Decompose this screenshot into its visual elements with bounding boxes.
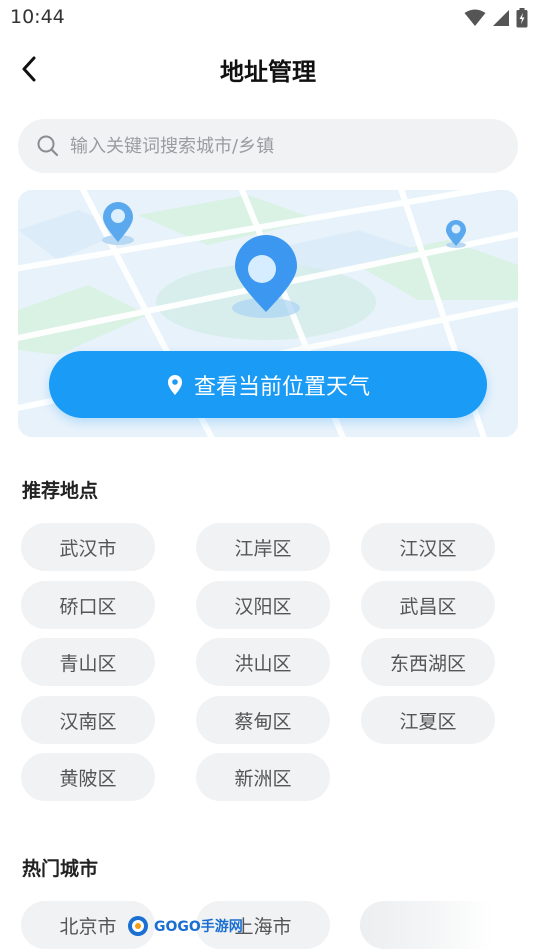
watermark-logo-icon xyxy=(128,916,148,936)
main-location-pin xyxy=(232,235,300,318)
status-bar: 10:44 xyxy=(0,0,536,36)
watermark-text: GOGO手游网 xyxy=(154,919,243,935)
page-title: 地址管理 xyxy=(220,58,316,86)
search-bar[interactable] xyxy=(18,119,518,173)
search-input[interactable] xyxy=(70,135,470,157)
status-time: 10:44 xyxy=(10,6,65,28)
chip-hannan[interactable]: 汉南区 xyxy=(21,696,155,744)
watermark: GOGO手游网 xyxy=(126,914,243,938)
header: 地址管理 xyxy=(0,44,536,94)
small-pin-right xyxy=(446,220,466,248)
chip-hanyang[interactable]: 汉阳区 xyxy=(196,581,330,629)
chip-jianghan[interactable]: 江汉区 xyxy=(361,523,495,571)
battery-icon xyxy=(516,8,528,28)
chip-partial[interactable] xyxy=(360,901,536,949)
hot-cities-section-title: 热门城市 xyxy=(22,858,99,880)
location-pin-icon xyxy=(167,374,182,395)
chip-wuchang[interactable]: 武昌区 xyxy=(361,581,495,629)
wifi-icon xyxy=(464,9,486,26)
chip-caidian[interactable]: 蔡甸区 xyxy=(196,696,330,744)
status-icons xyxy=(464,8,528,28)
chip-jiangan[interactable]: 江岸区 xyxy=(196,523,330,571)
chip-dongxihu[interactable]: 东西湖区 xyxy=(361,638,495,686)
chip-wuhan[interactable]: 武汉市 xyxy=(21,523,155,571)
chip-hongshan[interactable]: 洪山区 xyxy=(196,638,330,686)
location-map-card: 查看当前位置天气 xyxy=(18,190,518,437)
chip-huangpi[interactable]: 黄陂区 xyxy=(21,753,155,801)
chip-xinzhou[interactable]: 新洲区 xyxy=(196,753,330,801)
small-pin-left xyxy=(102,202,134,245)
chip-jiangxia[interactable]: 江夏区 xyxy=(361,696,495,744)
locate-button-label: 查看当前位置天气 xyxy=(193,374,370,400)
search-icon xyxy=(37,135,59,157)
signal-icon xyxy=(493,10,509,26)
recommended-section-title: 推荐地点 xyxy=(22,480,99,502)
view-current-location-weather-button[interactable]: 查看当前位置天气 xyxy=(49,351,487,418)
chip-qingshan[interactable]: 青山区 xyxy=(21,638,155,686)
chip-qiaokou[interactable]: 硚口区 xyxy=(21,581,155,629)
